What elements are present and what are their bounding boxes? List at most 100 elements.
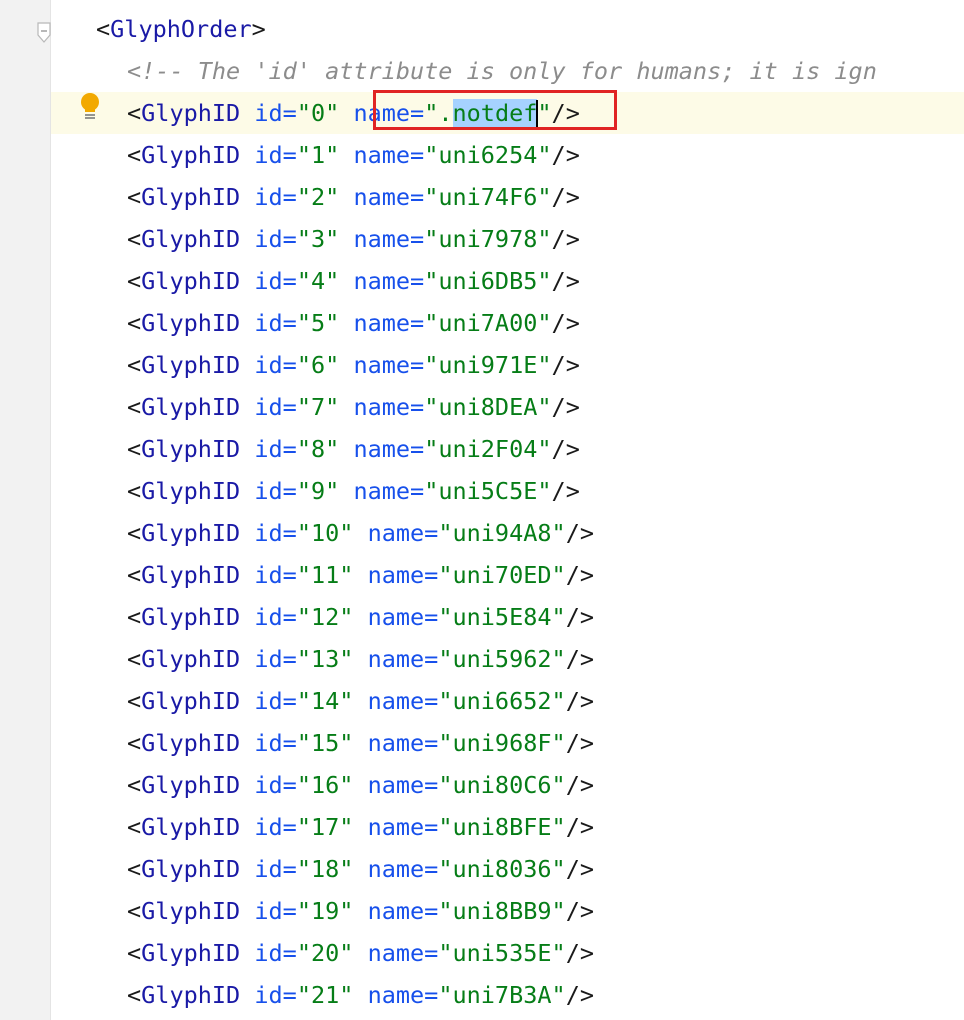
tag-name: GlyphID	[141, 393, 241, 421]
glyph-name-value: uni6254	[438, 141, 538, 169]
glyph-name-value: uni535E	[452, 939, 552, 967]
tag-name: GlyphID	[141, 855, 241, 883]
attr-name: name	[367, 603, 425, 631]
attr-id: id	[254, 771, 283, 799]
attr-name: name	[353, 351, 411, 379]
glyph-name-value: uni7978	[438, 225, 538, 253]
code-line-glyph[interactable]: <GlyphID id="5" name="uni7A00"/>	[96, 302, 964, 344]
tag-name: GlyphID	[141, 687, 241, 715]
glyph-name-value: uni8DEA	[438, 393, 538, 421]
glyph-id-value: 13	[310, 645, 340, 673]
glyph-id-value: 12	[310, 603, 340, 631]
code-line-glyph[interactable]: <GlyphID id="11" name="uni70ED"/>	[96, 554, 964, 596]
attr-name: name	[353, 183, 411, 211]
code-line-glyph[interactable]: <GlyphID id="13" name="uni5962"/>	[96, 638, 964, 680]
attr-name: name	[367, 771, 425, 799]
tag-name: GlyphID	[141, 645, 241, 673]
fold-collapse-icon[interactable]	[36, 22, 52, 44]
glyph-id-value: 9	[310, 477, 326, 505]
code-line-glyph[interactable]: <GlyphID id="19" name="uni8BB9"/>	[96, 890, 964, 932]
code-line-glyph[interactable]: <GlyphID id="21" name="uni7B3A"/>	[96, 974, 964, 1016]
attr-id: id	[254, 939, 283, 967]
glyph-id-value: 21	[310, 981, 340, 1009]
glyph-name-value: uni6652	[452, 687, 552, 715]
glyph-id-value: 3	[310, 225, 326, 253]
glyph-id-value: 1	[310, 141, 326, 169]
xml-comment: <!-- The 'id' attribute is only for huma…	[127, 57, 877, 85]
editor-gutter[interactable]	[0, 0, 51, 1020]
code-line-glyph[interactable]: <GlyphID id="2" name="uni74F6"/>	[96, 176, 964, 218]
code-line-glyph[interactable]: <GlyphID id="3" name="uni7978"/>	[96, 218, 964, 260]
tag-name: GlyphID	[141, 183, 241, 211]
tag-name: GlyphID	[141, 771, 241, 799]
code-line-glyph[interactable]: <GlyphID id="14" name="uni6652"/>	[96, 680, 964, 722]
code-line-glyph[interactable]: <GlyphID id="7" name="uni8DEA"/>	[96, 386, 964, 428]
attr-id: id	[254, 267, 283, 295]
code-editor[interactable]: <GlyphOrder> <!-- The 'id' attribute is …	[0, 0, 964, 1020]
attr-id: id	[254, 393, 283, 421]
tag-name: GlyphID	[141, 561, 241, 589]
attr-id: id	[254, 225, 283, 253]
tag-name: GlyphID	[141, 435, 241, 463]
attr-id: id	[254, 897, 283, 925]
attr-name: name	[367, 939, 425, 967]
glyph-id-value: 4	[310, 267, 326, 295]
glyph-id-value: 10	[310, 519, 340, 547]
code-line-glyph[interactable]: <GlyphID id="1" name="uni6254"/>	[96, 134, 964, 176]
glyph-id-value: 14	[310, 687, 340, 715]
attr-id: id	[254, 729, 283, 757]
attr-id: id	[254, 477, 283, 505]
attr-id: id	[254, 519, 283, 547]
attr-name: name	[353, 477, 411, 505]
code-line-glyph[interactable]: <GlyphID id="4" name="uni6DB5"/>	[96, 260, 964, 302]
code-lines[interactable]: <GlyphOrder> <!-- The 'id' attribute is …	[96, 8, 964, 1016]
tag-name: GlyphID	[141, 351, 241, 379]
attr-name: name	[367, 981, 425, 1009]
attr-id: id	[254, 183, 283, 211]
glyph-name-value: uni7A00	[438, 309, 538, 337]
glyph-id-value: 20	[310, 939, 340, 967]
attr-id: id	[254, 309, 283, 337]
code-line-glyph[interactable]: <GlyphID id="10" name="uni94A8"/>	[96, 512, 964, 554]
glyph-name-value: uni7B3A	[452, 981, 552, 1009]
attr-id: id	[254, 645, 283, 673]
attr-name: name	[367, 519, 425, 547]
attr-name: name	[367, 687, 425, 715]
code-line-glyph[interactable]: <GlyphID id="15" name="uni968F"/>	[96, 722, 964, 764]
code-line-glyph[interactable]: <GlyphID id="17" name="uni8BFE"/>	[96, 806, 964, 848]
tag-name: GlyphOrder	[110, 15, 252, 43]
glyph-id-value: 5	[310, 309, 326, 337]
attr-name: name	[353, 225, 411, 253]
attr-name: name	[367, 561, 425, 589]
glyph-id-value: 2	[310, 183, 326, 211]
tag-name: GlyphID	[141, 729, 241, 757]
attr-id: id	[254, 435, 283, 463]
code-line-glyph[interactable]: <GlyphID id="16" name="uni80C6"/>	[96, 764, 964, 806]
code-line-glyph[interactable]: <GlyphID id="20" name="uni535E"/>	[96, 932, 964, 974]
attr-id: id	[254, 687, 283, 715]
code-line-open-tag[interactable]: <GlyphOrder>	[96, 8, 964, 50]
glyph-id-value: 16	[310, 771, 340, 799]
code-line-glyph[interactable]: <GlyphID id="8" name="uni2F04"/>	[96, 428, 964, 470]
attr-name: name	[367, 729, 425, 757]
attr-id: id	[254, 981, 283, 1009]
glyph-id-value: 11	[310, 561, 340, 589]
code-line-glyph[interactable]: <GlyphID id="18" name="uni8036"/>	[96, 848, 964, 890]
code-line-comment[interactable]: <!-- The 'id' attribute is only for huma…	[96, 50, 964, 92]
attr-name: name	[367, 855, 425, 883]
glyph-name-value: uni8036	[452, 855, 552, 883]
tag-name: GlyphID	[141, 225, 241, 253]
attr-name: name	[367, 645, 425, 673]
tag-name: GlyphID	[141, 141, 241, 169]
glyph-name-value: uni5C5E	[438, 477, 538, 505]
glyph-id-value: 8	[310, 435, 326, 463]
glyph-name-value: uni80C6	[452, 771, 552, 799]
glyph-name-value: uni5E84	[452, 603, 552, 631]
code-line-glyph[interactable]: <GlyphID id="6" name="uni971E"/>	[96, 344, 964, 386]
attr-name: name	[367, 813, 425, 841]
glyph-id-value: 17	[310, 813, 340, 841]
glyph-name-value: uni2F04	[438, 435, 538, 463]
code-line-glyph[interactable]: <GlyphID id="12" name="uni5E84"/>	[96, 596, 964, 638]
attr-id: id	[254, 141, 283, 169]
code-line-glyph[interactable]: <GlyphID id="9" name="uni5C5E"/>	[96, 470, 964, 512]
